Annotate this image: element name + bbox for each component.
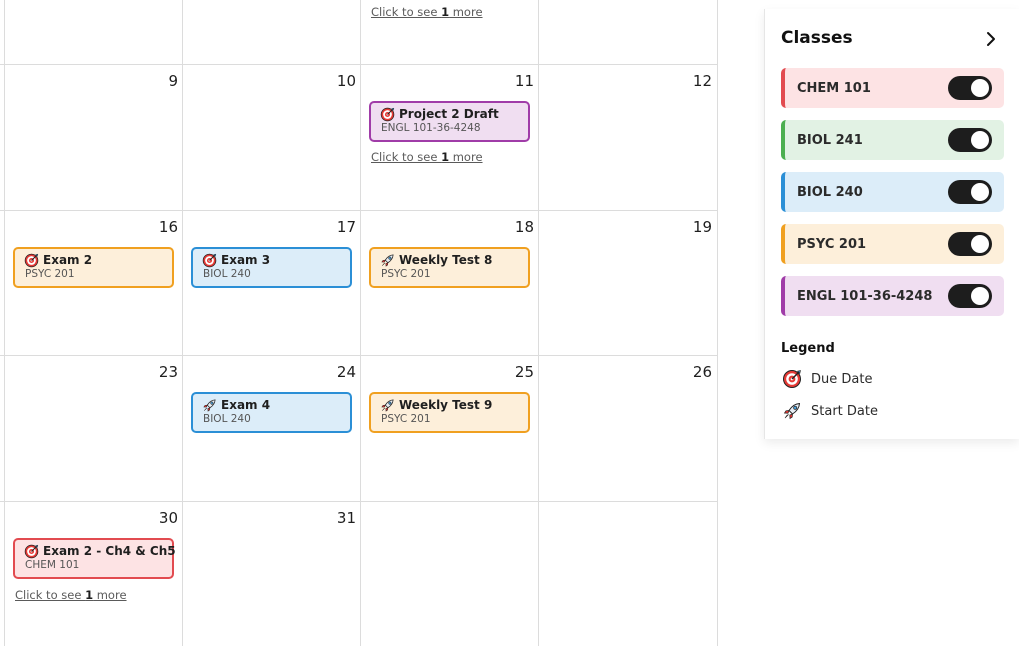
calendar-event[interactable]: Exam 3 BIOL 240 xyxy=(191,247,352,288)
calendar-event[interactable]: Project 2 Draft ENGL 101-36-4248 xyxy=(369,101,530,142)
event-title: Exam 2 xyxy=(43,253,93,267)
toggle-knob xyxy=(971,79,989,97)
event-class: PSYC 201 xyxy=(25,268,75,280)
event-class: CHEM 101 xyxy=(25,559,80,571)
calendar-grid: Click to see 1 more 9 10 11 12 Project 2… xyxy=(0,0,718,646)
class-visibility-toggle[interactable] xyxy=(948,128,992,152)
toggle-knob xyxy=(971,235,989,253)
event-class: PSYC 201 xyxy=(381,268,431,280)
target-icon xyxy=(24,544,39,559)
classes-panel: Classes CHEM 101 BIOL 241 BIOL 240 PSYC … xyxy=(764,9,1019,439)
grid-line xyxy=(0,501,718,502)
class-visibility-toggle[interactable] xyxy=(948,284,992,308)
day-number: 30 xyxy=(158,509,178,527)
target-icon xyxy=(781,368,803,390)
class-visibility-toggle[interactable] xyxy=(948,76,992,100)
calendar-event[interactable]: Exam 2 - Ch4 & Ch5 CHEM 101 xyxy=(13,538,176,579)
day-number: 31 xyxy=(336,509,356,527)
day-number: 11 xyxy=(514,72,534,90)
toggle-knob xyxy=(971,287,989,305)
calendar-event[interactable]: Exam 2 PSYC 201 xyxy=(13,247,174,288)
day-number: 19 xyxy=(692,218,712,236)
class-visibility-toggle[interactable] xyxy=(948,180,992,204)
event-class: BIOL 240 xyxy=(203,268,251,280)
grid-line xyxy=(0,210,718,211)
grid-line xyxy=(717,0,718,646)
grid-line xyxy=(360,0,361,646)
event-title: Weekly Test 9 xyxy=(399,398,493,412)
event-class: PSYC 201 xyxy=(381,413,431,425)
event-class: BIOL 240 xyxy=(203,413,251,425)
show-more-link[interactable]: Click to see 1 more xyxy=(15,588,127,602)
rocket-icon xyxy=(202,398,217,413)
class-label: PSYC 201 xyxy=(797,236,867,252)
legend-item-due-date: Due Date xyxy=(781,368,872,390)
class-row-biol-240: BIOL 240 xyxy=(781,172,1004,212)
legend-label: Start Date xyxy=(811,403,878,419)
grid-line xyxy=(0,355,718,356)
calendar-event[interactable]: Exam 4 BIOL 240 xyxy=(191,392,352,433)
class-label: BIOL 240 xyxy=(797,184,863,200)
day-number: 23 xyxy=(158,363,178,381)
class-label: CHEM 101 xyxy=(797,80,871,96)
legend-label: Due Date xyxy=(811,371,873,387)
event-title: Exam 4 xyxy=(221,398,271,412)
chevron-right-icon[interactable] xyxy=(981,29,1001,49)
grid-line xyxy=(4,0,5,646)
grid-line xyxy=(182,0,183,646)
toggle-knob xyxy=(971,131,989,149)
toggle-knob xyxy=(971,183,989,201)
day-number: 17 xyxy=(336,218,356,236)
grid-line xyxy=(538,0,539,646)
day-number: 12 xyxy=(692,72,712,90)
day-number: 26 xyxy=(692,363,712,381)
calendar-event[interactable]: Weekly Test 8 PSYC 201 xyxy=(369,247,530,288)
rocket-icon xyxy=(380,398,395,413)
legend-item-start-date: Start Date xyxy=(781,400,878,422)
day-number: 25 xyxy=(514,363,534,381)
class-row-biol-241: BIOL 241 xyxy=(781,120,1004,160)
target-icon xyxy=(24,253,39,268)
class-row-chem-101: CHEM 101 xyxy=(781,68,1004,108)
day-number: 9 xyxy=(168,72,178,90)
event-class: ENGL 101-36-4248 xyxy=(381,122,481,134)
event-title: Project 2 Draft xyxy=(399,107,499,121)
class-label: ENGL 101-36-4248 xyxy=(797,288,933,304)
legend-title: Legend xyxy=(781,341,835,356)
grid-line xyxy=(0,64,718,65)
panel-title: Classes xyxy=(781,28,853,48)
target-icon xyxy=(202,253,217,268)
event-title: Weekly Test 8 xyxy=(399,253,493,267)
day-number: 16 xyxy=(158,218,178,236)
class-label: BIOL 241 xyxy=(797,132,863,148)
class-visibility-toggle[interactable] xyxy=(948,232,992,256)
show-more-link[interactable]: Click to see 1 more xyxy=(371,5,483,19)
target-icon xyxy=(380,107,395,122)
day-number: 24 xyxy=(336,363,356,381)
day-number: 18 xyxy=(514,218,534,236)
show-more-link[interactable]: Click to see 1 more xyxy=(371,150,483,164)
class-row-engl-101: ENGL 101-36-4248 xyxy=(781,276,1004,316)
rocket-icon xyxy=(781,400,803,422)
class-row-psyc-201: PSYC 201 xyxy=(781,224,1004,264)
event-title: Exam 3 xyxy=(221,253,271,267)
rocket-icon xyxy=(380,253,395,268)
event-title: Exam 2 - Ch4 & Ch5 xyxy=(43,544,176,558)
calendar-event[interactable]: Weekly Test 9 PSYC 201 xyxy=(369,392,530,433)
day-number: 10 xyxy=(336,72,356,90)
